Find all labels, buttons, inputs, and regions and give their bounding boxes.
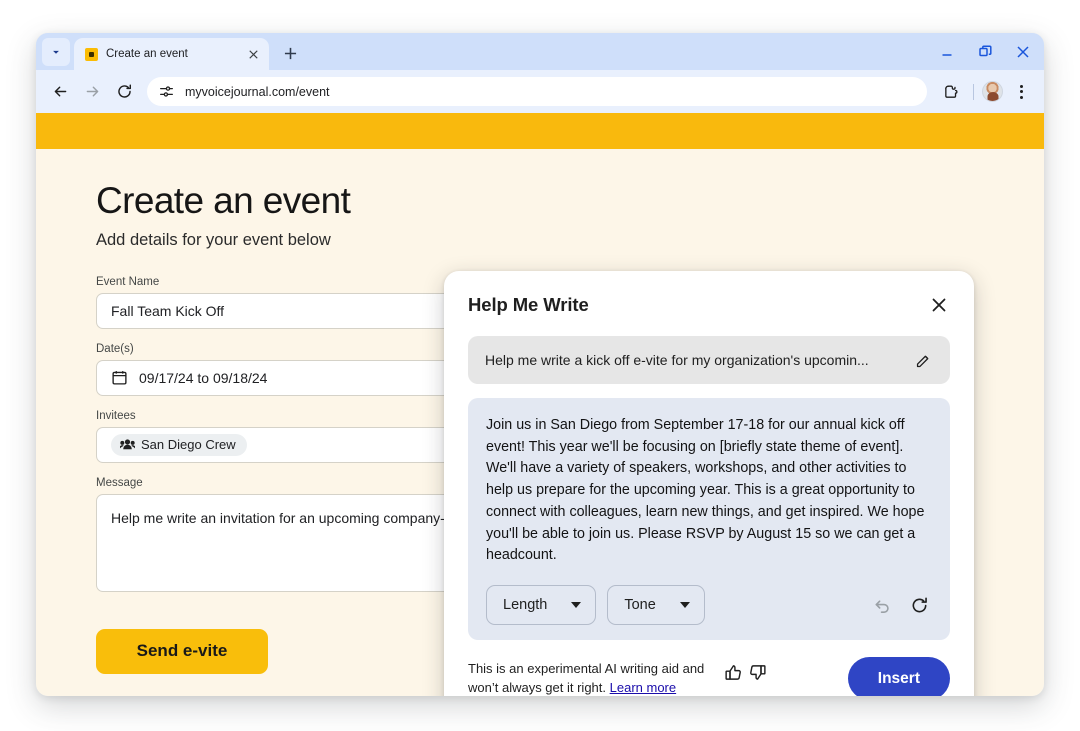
- calendar-icon: [112, 371, 127, 385]
- undo-button[interactable]: [869, 592, 895, 618]
- close-icon: [932, 298, 946, 312]
- disclaimer-line-1: This is an experimental AI writing aid a…: [468, 660, 705, 676]
- chevron-down-icon: [571, 602, 582, 609]
- prompt-row[interactable]: Help me write a kick off e-vite for my o…: [468, 336, 950, 384]
- browser-window: Create an event myvoicejournal.com/event…: [36, 33, 1044, 696]
- generated-text: Join us in San Diego from September 17-1…: [486, 417, 925, 564]
- send-evite-button[interactable]: Send e-vite: [96, 628, 268, 674]
- reload-icon: [118, 84, 132, 98]
- result-card: Join us in San Diego from September 17-1…: [468, 398, 950, 641]
- toolbar-divider: [973, 83, 974, 100]
- invitee-chip[interactable]: San Diego Crew: [111, 433, 247, 456]
- help-me-write-dialog: Help Me Write Help me write a kick off e…: [444, 271, 974, 696]
- avatar[interactable]: [982, 81, 1003, 102]
- refresh-icon: [912, 597, 927, 612]
- event-name-value: Fall Team Kick Off: [111, 302, 225, 319]
- close-icon: [1017, 45, 1029, 58]
- undo-icon: [875, 599, 889, 613]
- disclaimer-line-2: won’t always get it right.: [468, 679, 607, 695]
- extensions-puzzle-icon: [944, 85, 957, 98]
- learn-more-link[interactable]: Learn more: [610, 680, 676, 695]
- minimize-button[interactable]: [928, 35, 966, 69]
- disclaimer-text: This is an experimental AI writing aid a…: [468, 660, 713, 696]
- arrow-right-icon: [86, 86, 99, 97]
- prompt-text: Help me write a kick off e-vite for my o…: [485, 352, 869, 368]
- close-window-button[interactable]: [1004, 35, 1042, 69]
- back-button[interactable]: [46, 77, 75, 106]
- browser-tab[interactable]: Create an event: [74, 38, 269, 70]
- length-dropdown-label: Length: [503, 597, 548, 614]
- tone-dropdown[interactable]: Tone: [607, 585, 705, 626]
- dialog-title: Help Me Write: [468, 294, 589, 315]
- dates-value: 09/17/24 to 09/18/24: [139, 369, 268, 386]
- pencil-icon: [916, 355, 928, 367]
- new-tab-button[interactable]: [276, 39, 304, 67]
- close-tab-icon[interactable]: [245, 46, 261, 62]
- url-text: myvoicejournal.com/event: [185, 84, 330, 99]
- forward-button[interactable]: [78, 77, 107, 106]
- dialog-header: Help Me Write: [468, 294, 950, 316]
- arrow-left-icon: [54, 86, 67, 97]
- page-header-band: [36, 113, 1044, 149]
- event-favicon: [85, 47, 98, 61]
- chevron-down-icon: [53, 50, 59, 54]
- tab-title: Create an event: [106, 48, 188, 60]
- invitee-chip-label: San Diego Crew: [141, 437, 236, 453]
- extensions-button[interactable]: [936, 77, 965, 106]
- length-dropdown[interactable]: Length: [486, 585, 597, 626]
- restore-button[interactable]: [966, 35, 1004, 69]
- address-bar[interactable]: myvoicejournal.com/event: [147, 77, 927, 106]
- dialog-footer: This is an experimental AI writing aid a…: [468, 657, 950, 696]
- browser-toolbar: myvoicejournal.com/event: [36, 70, 1044, 113]
- insert-button[interactable]: Insert: [847, 657, 950, 696]
- tab-strip: Create an event: [36, 33, 1044, 70]
- groups-icon: [120, 439, 135, 450]
- page-viewport: Create an event Add details for your eve…: [36, 113, 1044, 696]
- tune-icon: [160, 86, 173, 97]
- result-controls: Length Tone: [486, 585, 932, 626]
- refresh-button[interactable]: [906, 592, 932, 618]
- edit-prompt-button[interactable]: [913, 350, 933, 370]
- thumb-up-icon[interactable]: [725, 664, 742, 681]
- minimize-icon: [942, 53, 952, 56]
- page-title: Create an event: [96, 180, 351, 221]
- reload-button[interactable]: [110, 77, 139, 106]
- thumb-down-icon[interactable]: [749, 664, 766, 681]
- dialog-close-button[interactable]: [928, 294, 950, 316]
- browser-menu-button[interactable]: [1008, 77, 1034, 106]
- tab-search-button[interactable]: [42, 38, 70, 66]
- restore-icon: [978, 45, 992, 57]
- tone-dropdown-label: Tone: [624, 597, 656, 614]
- feedback-controls: [725, 664, 766, 681]
- window-controls: [928, 33, 1044, 70]
- page-subtitle: Add details for your event below: [96, 230, 331, 249]
- chevron-down-icon: [679, 602, 690, 609]
